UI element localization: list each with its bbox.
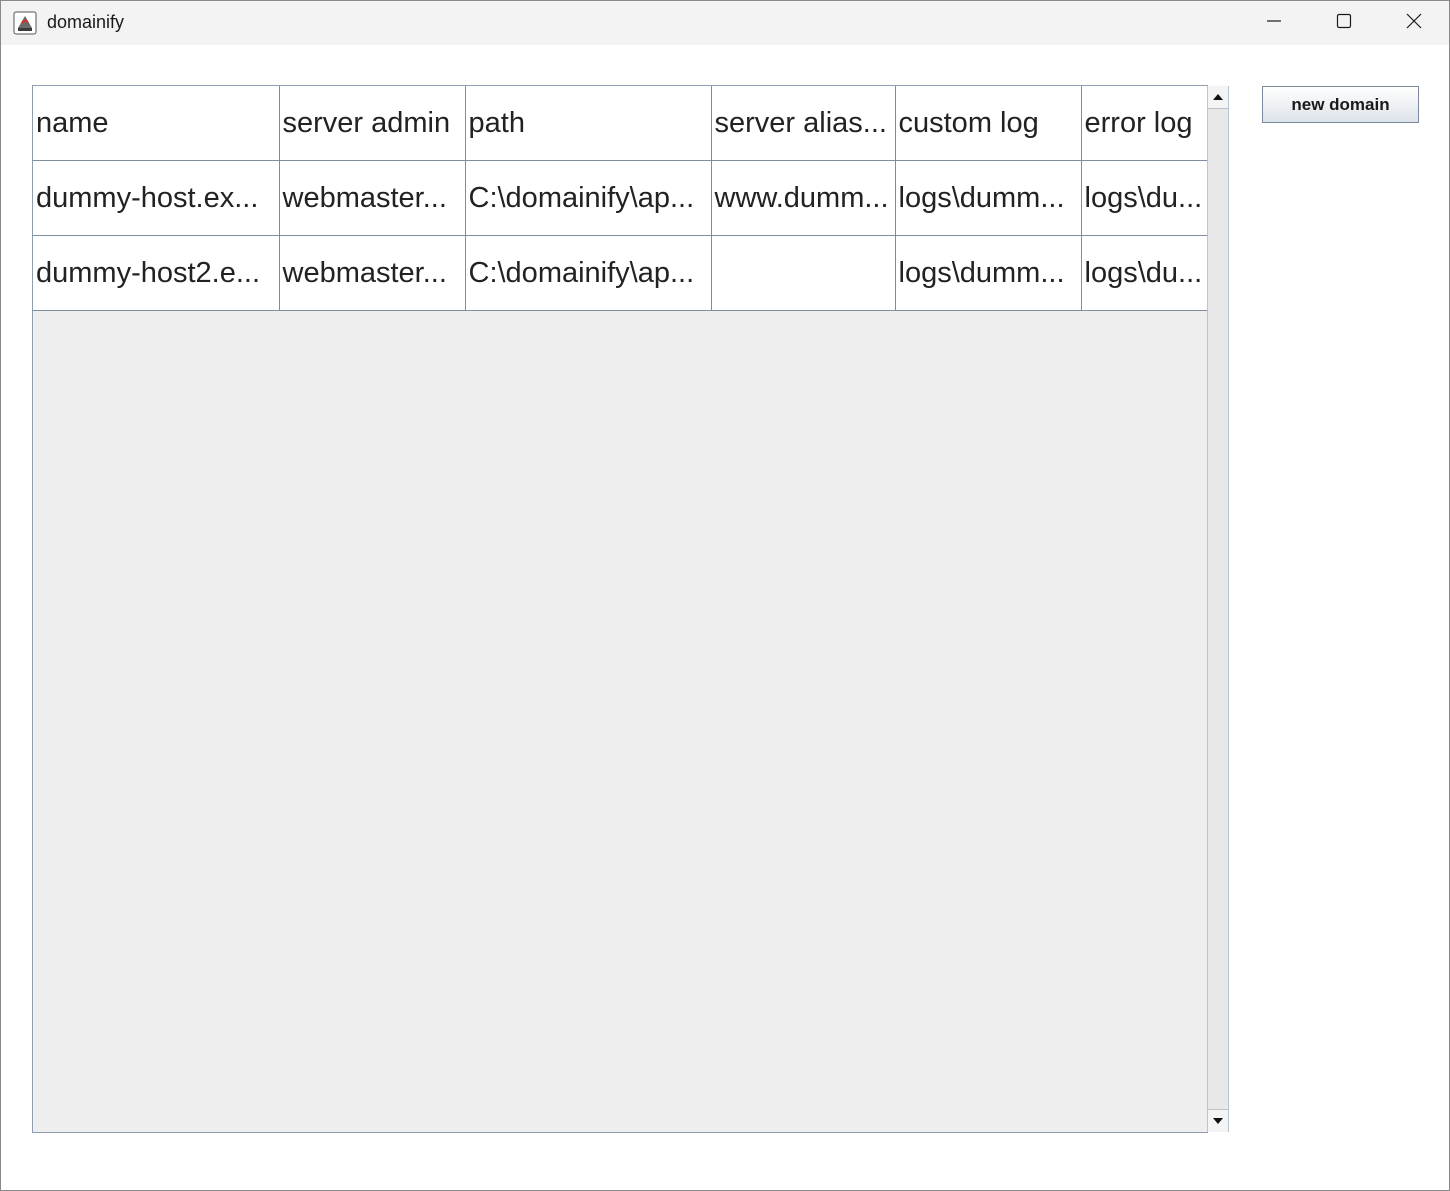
table-cell-error-log[interactable]: logs\du... xyxy=(1081,235,1207,311)
table-cell-error-log[interactable]: logs\du... xyxy=(1081,160,1207,236)
table-row[interactable]: dummy-host2.e... webmaster... C:\domaini… xyxy=(33,235,1207,311)
arrow-up-icon xyxy=(1212,88,1224,106)
domains-grid: name server admin path server alias... c… xyxy=(33,86,1207,311)
vertical-scrollbar[interactable] xyxy=(1207,86,1229,1132)
arrow-down-icon xyxy=(1212,1112,1224,1130)
table-cell-name[interactable]: dummy-host2.e... xyxy=(33,235,280,311)
title-bar[interactable]: domainify xyxy=(1,1,1449,45)
table-cell-server-admin[interactable]: webmaster... xyxy=(279,235,466,311)
window-title: domainify xyxy=(47,12,125,32)
table-cell-custom-log[interactable]: logs\dumm... xyxy=(895,235,1082,311)
column-header-error-log[interactable]: error log xyxy=(1081,86,1207,161)
table-cell-name[interactable]: dummy-host.ex... xyxy=(33,160,280,236)
table-cell-path[interactable]: C:\domainify\ap... xyxy=(465,235,712,311)
scroll-down-button[interactable] xyxy=(1208,1109,1228,1132)
domains-table[interactable]: name server admin path server alias... c… xyxy=(32,85,1208,1133)
close-button[interactable] xyxy=(1379,1,1449,45)
table-cell-custom-log[interactable]: logs\dumm... xyxy=(895,160,1082,236)
maximize-icon xyxy=(1336,13,1352,34)
scroll-track[interactable] xyxy=(1208,109,1228,1109)
table-cell-server-alias[interactable]: www.dumm... xyxy=(711,160,896,236)
table-cell-path[interactable]: C:\domainify\ap... xyxy=(465,160,712,236)
new-domain-button[interactable]: new domain xyxy=(1262,86,1419,123)
column-header-server-admin[interactable]: server admin xyxy=(279,86,466,161)
column-header-path[interactable]: path xyxy=(465,86,712,161)
java-cup-icon xyxy=(13,11,37,35)
table-cell-server-admin[interactable]: webmaster... xyxy=(279,160,466,236)
table-header-row: name server admin path server alias... c… xyxy=(33,86,1207,161)
table-row[interactable]: dummy-host.ex... webmaster... C:\domaini… xyxy=(33,160,1207,236)
column-header-custom-log[interactable]: custom log xyxy=(895,86,1082,161)
close-icon xyxy=(1406,13,1422,34)
minimize-icon xyxy=(1266,13,1282,34)
column-header-name[interactable]: name xyxy=(33,86,280,161)
maximize-button[interactable] xyxy=(1309,1,1379,45)
app-window: domainify name server admin path server … xyxy=(0,0,1450,1191)
scroll-up-button[interactable] xyxy=(1208,86,1228,109)
table-cell-server-alias[interactable] xyxy=(711,235,896,311)
column-header-server-alias[interactable]: server alias... xyxy=(711,86,896,161)
minimize-button[interactable] xyxy=(1239,1,1309,45)
